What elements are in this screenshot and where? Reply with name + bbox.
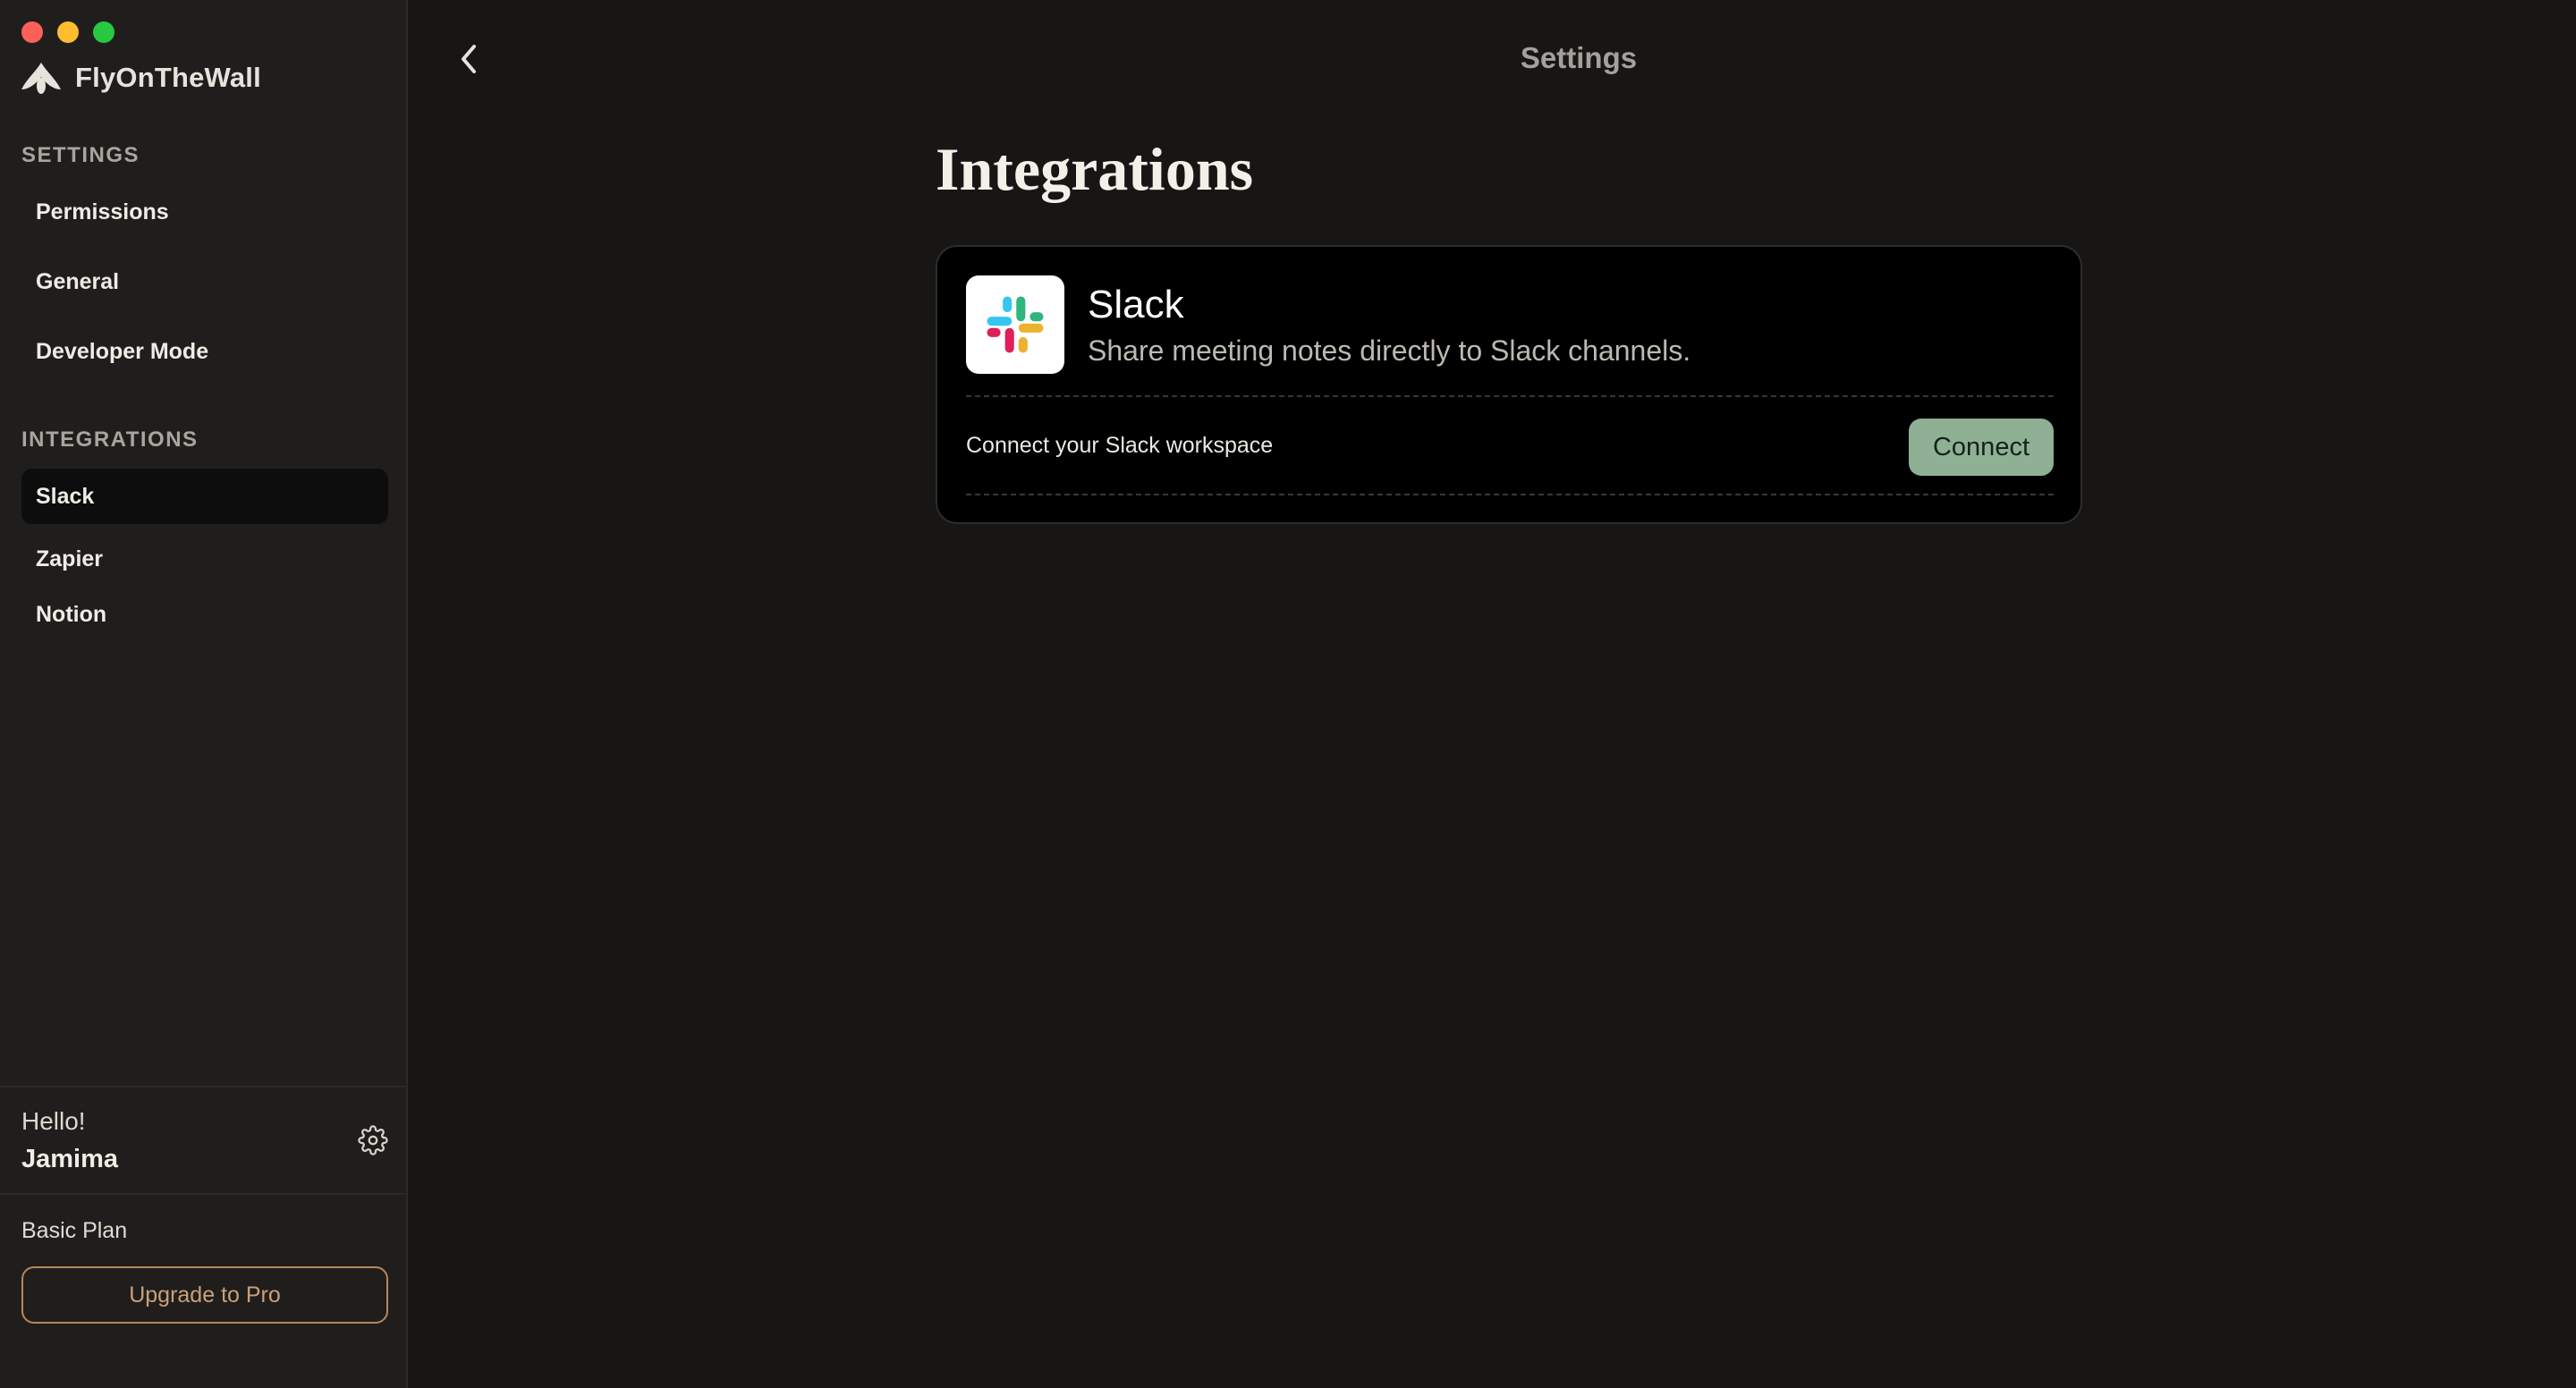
window-controls <box>21 21 114 43</box>
minimize-window-button[interactable] <box>57 21 79 43</box>
integration-description: Share meeting notes directly to Slack ch… <box>1088 334 1691 367</box>
sidebar: FlyOnTheWall SETTINGS Permissions Genera… <box>0 0 408 1388</box>
plan-label: Basic Plan <box>21 1218 128 1243</box>
connect-button[interactable]: Connect <box>1909 419 2054 476</box>
slack-logo-icon <box>966 275 1064 374</box>
settings-section-title: SETTINGS <box>21 143 140 167</box>
sidebar-item-zapier[interactable]: Zapier <box>21 531 388 587</box>
sidebar-item-notion[interactable]: Notion <box>21 587 388 642</box>
integrations-section-title: INTEGRATIONS <box>21 427 199 452</box>
app-name: FlyOnTheWall <box>75 62 261 93</box>
brand: FlyOnTheWall <box>20 59 261 97</box>
zoom-window-button[interactable] <box>93 21 114 43</box>
gear-icon[interactable] <box>358 1125 388 1155</box>
greeting: Hello! <box>21 1107 86 1135</box>
card-divider-bottom <box>966 494 2054 495</box>
sidebar-item-general[interactable]: General <box>21 254 388 309</box>
slack-integration-card: Slack Share meeting notes directly to Sl… <box>936 245 2082 524</box>
card-divider-top <box>966 395 2054 397</box>
close-window-button[interactable] <box>21 21 43 43</box>
upgrade-button[interactable]: Upgrade to Pro <box>21 1266 388 1324</box>
sidebar-item-developer-mode[interactable]: Developer Mode <box>21 324 388 379</box>
user-name: Jamima <box>21 1145 119 1173</box>
header-title: Settings <box>1520 41 1638 74</box>
back-chevron-icon[interactable] <box>454 41 483 77</box>
user-panel: Hello! Jamima <box>0 1086 406 1195</box>
app-window: FlyOnTheWall SETTINGS Permissions Genera… <box>0 0 2576 1388</box>
connect-label: Connect your Slack workspace <box>966 433 1274 458</box>
fly-logo-icon <box>21 63 61 94</box>
sidebar-item-slack[interactable]: Slack <box>21 469 388 524</box>
integration-title: Slack <box>1088 283 1184 326</box>
sidebar-item-permissions[interactable]: Permissions <box>21 184 388 240</box>
page-title: Integrations <box>936 135 1254 203</box>
